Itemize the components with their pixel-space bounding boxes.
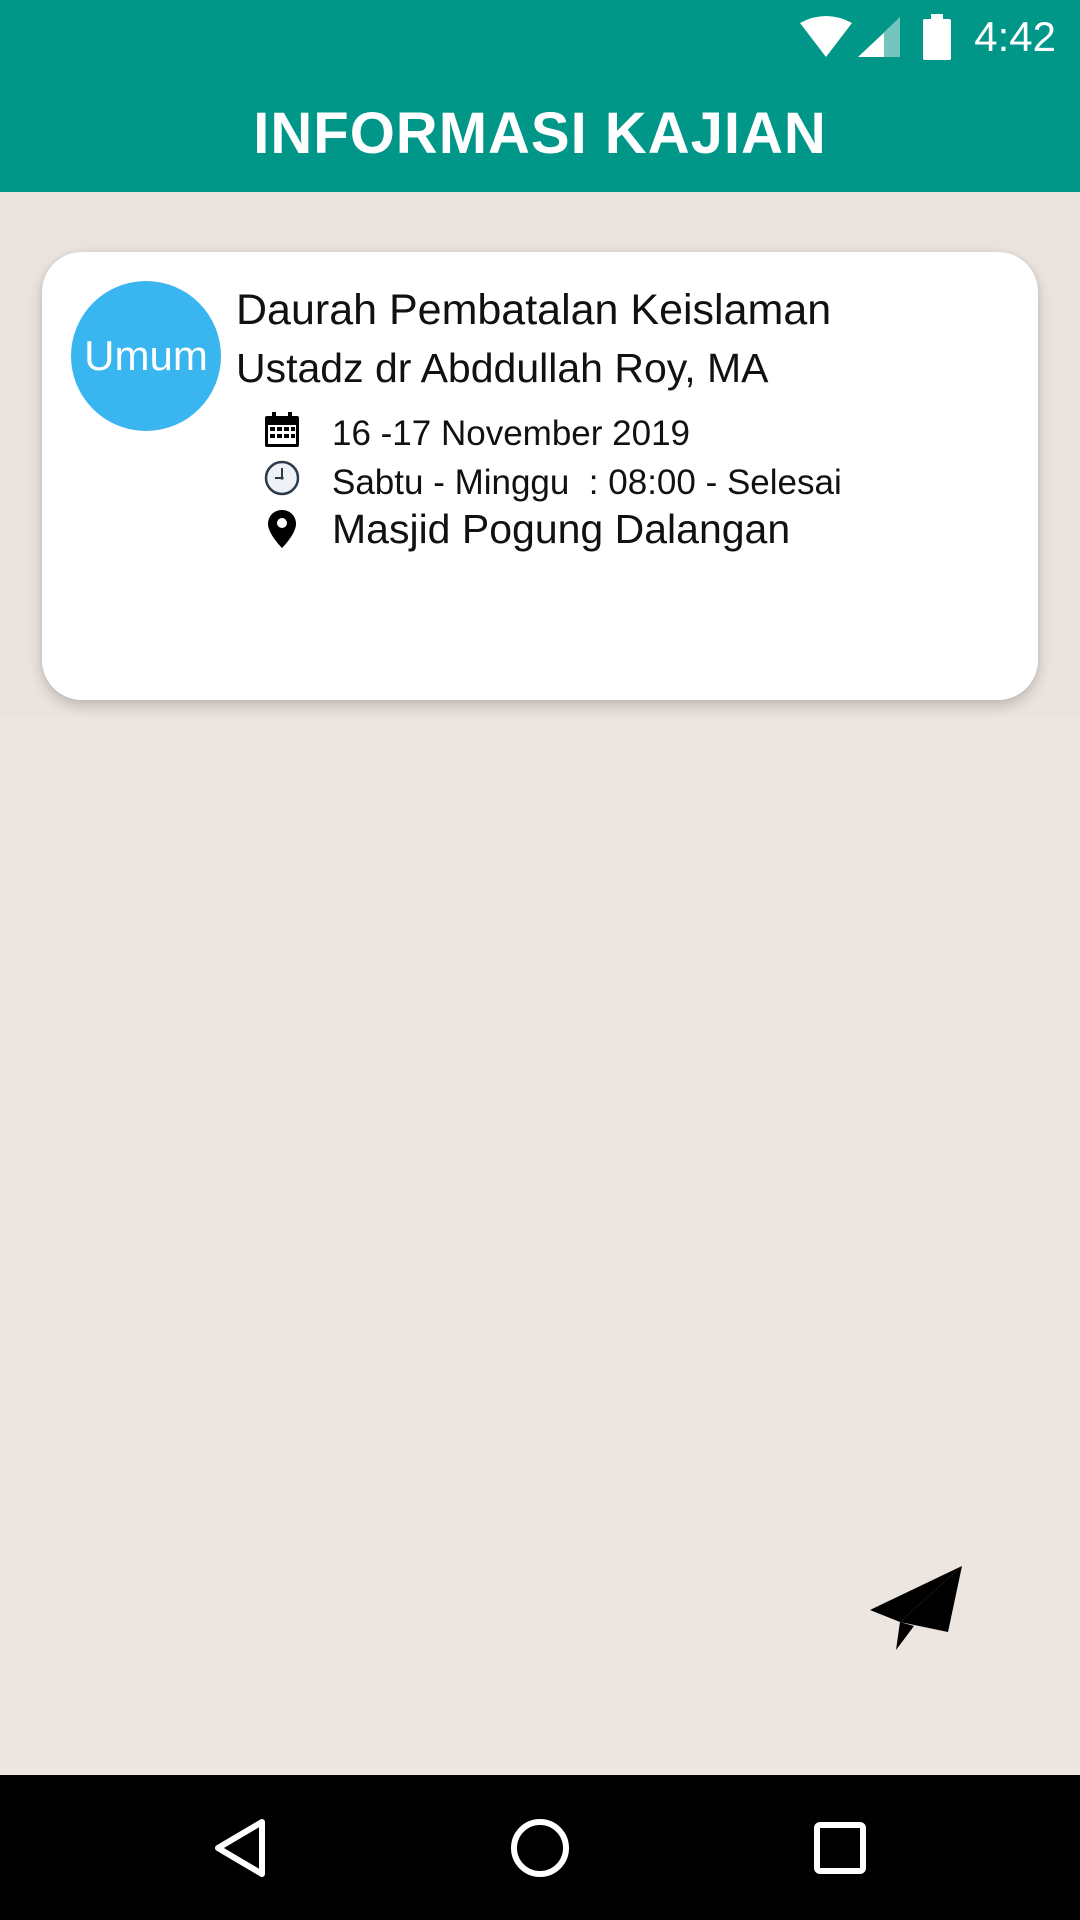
event-speaker: Ustadz dr Abddullah Roy, MA <box>236 345 769 391</box>
location-pin-icon <box>268 510 296 548</box>
battery-icon <box>923 14 952 60</box>
back-icon <box>215 1818 265 1877</box>
clock-icon <box>264 460 300 496</box>
event-location: Masjid Pogung Dalangan <box>332 506 791 552</box>
calendar-icon <box>265 412 299 447</box>
recents-icon <box>814 1821 866 1874</box>
category-label: Umum <box>84 332 208 379</box>
event-time: Sabtu - Minggu : 08:00 - Selesai <box>332 463 842 502</box>
signal-icon <box>858 17 901 57</box>
event-date: 16 -17 November 2019 <box>332 414 690 453</box>
send-icon[interactable] <box>866 1562 966 1654</box>
page-title: INFORMASI KAJIAN <box>253 101 827 166</box>
status-time: 4:42 <box>974 13 1056 60</box>
status-bar: 4:42 <box>0 0 1080 75</box>
navigation-bar <box>0 1775 1080 1920</box>
recents-button[interactable] <box>760 1775 920 1920</box>
event-title: Daurah Pembatalan Keislaman <box>236 286 832 334</box>
event-card[interactable]: Umum Daurah Pembatalan Keislaman Ustadz … <box>42 252 1038 700</box>
wifi-icon <box>800 16 853 57</box>
category-badge: Umum <box>71 281 221 431</box>
back-button[interactable] <box>160 1775 320 1920</box>
home-icon <box>511 1818 569 1877</box>
event-list: Umum Daurah Pembatalan Keislaman Ustadz … <box>0 192 1080 716</box>
status-icons: 4:42 <box>798 12 1056 62</box>
home-button[interactable] <box>460 1775 620 1920</box>
app-bar: INFORMASI KAJIAN <box>0 75 1080 192</box>
